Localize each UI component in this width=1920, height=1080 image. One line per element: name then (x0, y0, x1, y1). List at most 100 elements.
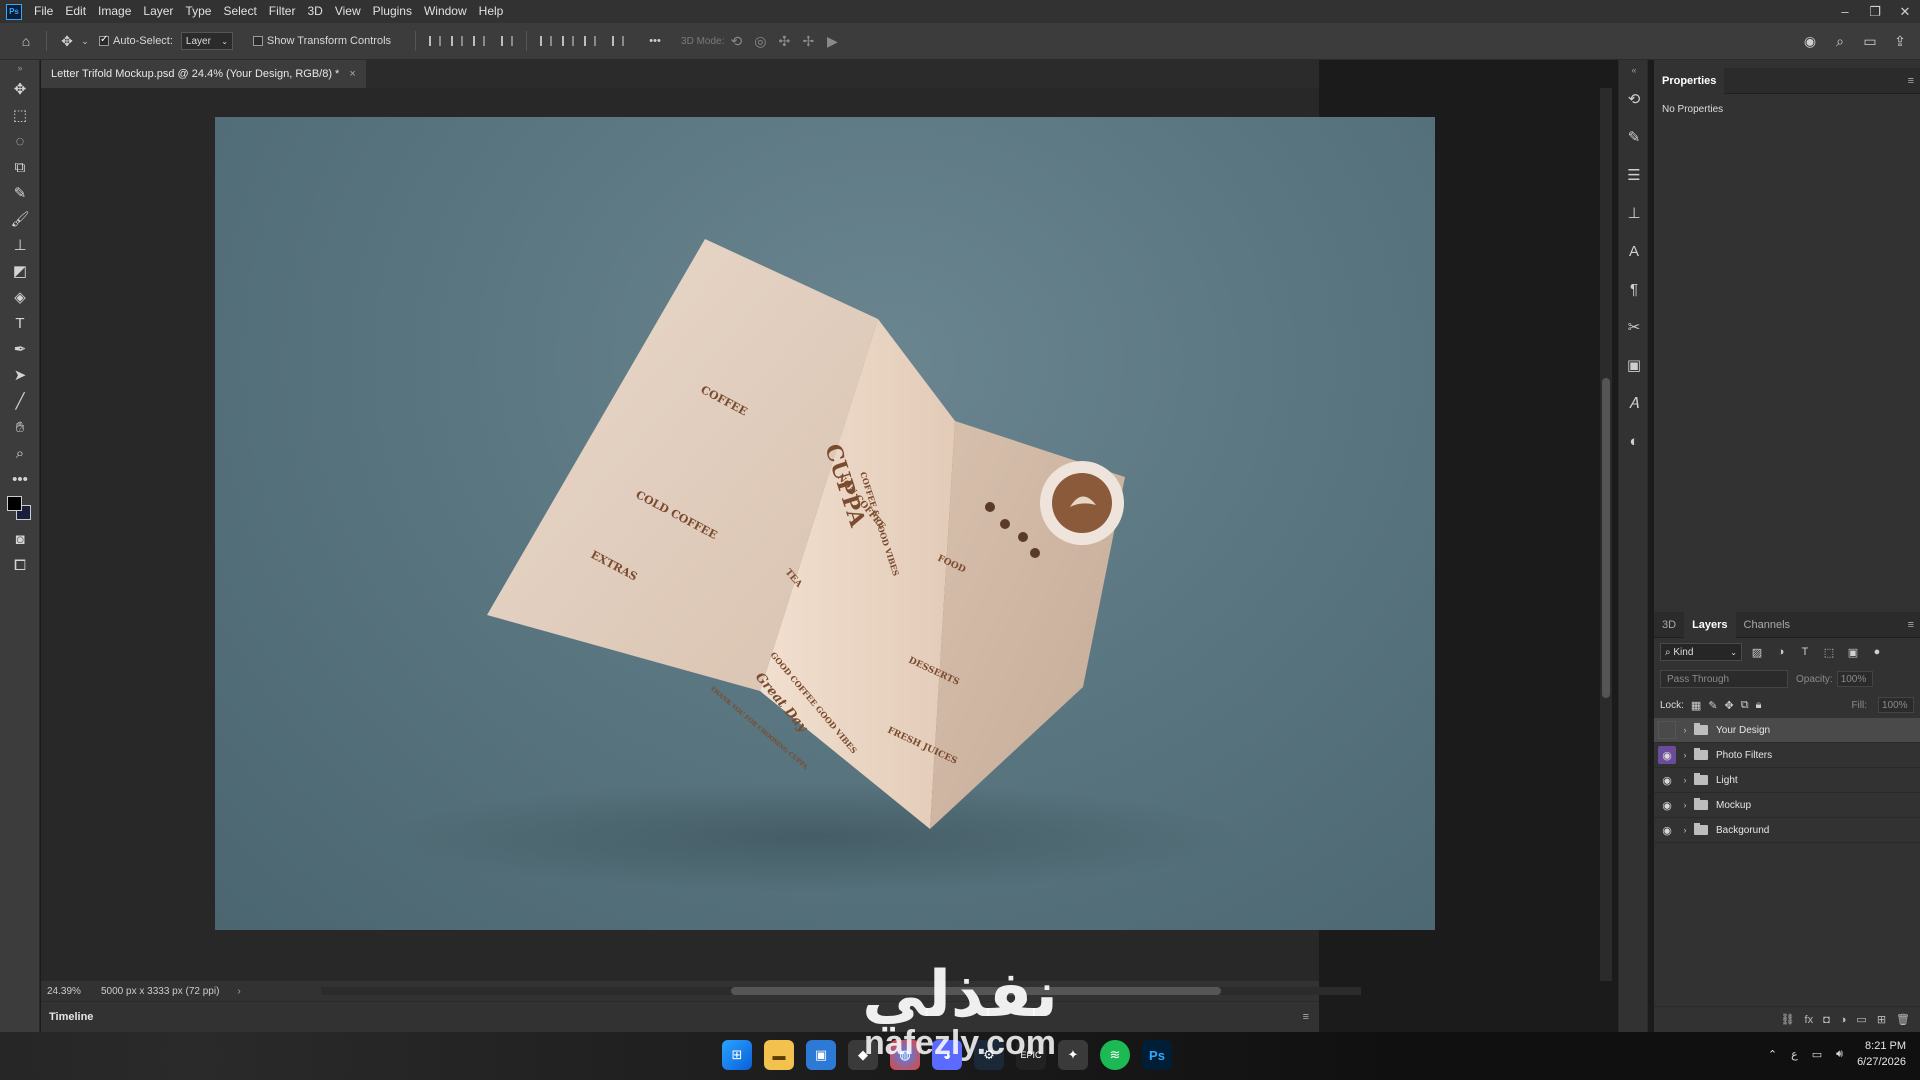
timeline-menu-icon[interactable]: ≡ (1303, 1011, 1309, 1023)
panel-menu-icon[interactable]: ≡ (1908, 75, 1914, 87)
app-icon[interactable]: ◆ (848, 1040, 878, 1070)
restore-button[interactable]: ❐ (1860, 4, 1890, 20)
status-arrow-icon[interactable]: › (237, 986, 240, 997)
menu-3d[interactable]: 3D (301, 0, 328, 23)
opacity-input[interactable]: 100% (1836, 671, 1873, 687)
fill-input[interactable]: 100% (1878, 697, 1914, 713)
adjustment-layer-icon[interactable]: ◑ (1840, 1014, 1847, 1026)
close-window-button[interactable]: ✕ (1890, 4, 1920, 20)
type-filter-icon[interactable]: T (1796, 643, 1814, 661)
steam-icon[interactable]: ⚙ (974, 1040, 1004, 1070)
menu-plugins[interactable]: Plugins (367, 0, 418, 23)
lock-image-icon[interactable]: ✎ (1708, 699, 1717, 712)
close-tab-icon[interactable]: × (349, 68, 355, 80)
store-icon[interactable]: ▣ (806, 1040, 836, 1070)
share-icon[interactable]: ⇪ (1888, 29, 1912, 53)
menu-view[interactable]: View (329, 0, 367, 23)
chevron-right-icon[interactable]: › (1678, 750, 1692, 760)
roll-3d-icon[interactable]: ◎ (748, 29, 772, 53)
shape-filter-icon[interactable]: ⬚ (1820, 643, 1838, 661)
horizontal-scroll-thumb[interactable] (731, 987, 1221, 995)
horizontal-scrollbar[interactable] (321, 987, 1361, 995)
share-user-icon[interactable]: ◉ (1798, 29, 1822, 53)
adjustment-filter-icon[interactable]: ◑ (1772, 643, 1790, 661)
layer-row[interactable]: ◉ › Photo Filters (1654, 743, 1920, 768)
eye-icon[interactable]: ◉ (1658, 746, 1676, 764)
auto-select-checkbox[interactable]: Auto-Select: (99, 34, 173, 47)
menu-select[interactable]: Select (217, 0, 262, 23)
game-app-icon[interactable]: ✦ (1058, 1040, 1088, 1070)
auto-select-target-dropdown[interactable]: Layer ⌄ (180, 32, 233, 50)
network-icon[interactable]: ▭ (1812, 1048, 1822, 1061)
align-vertical-centers-icon[interactable] (557, 30, 579, 52)
document-tab[interactable]: Letter Trifold Mockup.psd @ 24.4% (Your … (41, 60, 366, 88)
eye-icon[interactable]: ◉ (1658, 796, 1676, 814)
show-transform-controls-checkbox[interactable]: Show Transform Controls (252, 35, 391, 47)
eye-icon[interactable]: ◉ (1658, 821, 1676, 839)
photoshop-taskbar-icon[interactable]: Ps (1142, 1040, 1172, 1070)
foreground-color-swatch[interactable] (7, 496, 22, 511)
new-group-icon[interactable]: ▭ (1856, 1013, 1866, 1026)
timeline-label[interactable]: Timeline (49, 1011, 93, 1023)
properties-tab[interactable]: Properties (1654, 67, 1725, 94)
tab-channels[interactable]: Channels (1736, 612, 1798, 638)
pan-3d-icon[interactable]: ✣ (772, 29, 796, 53)
libraries-icon[interactable]: ▣ (1619, 346, 1649, 384)
lock-transparent-icon[interactable]: ▦ (1691, 699, 1701, 712)
slide-3d-icon[interactable]: ✢ (796, 29, 820, 53)
glyphs-icon[interactable]: 𝐴 (1619, 384, 1649, 422)
chevron-up-icon[interactable]: ⌃ (1768, 1048, 1777, 1061)
auto-select-check-icon[interactable] (99, 34, 109, 46)
more-options-icon[interactable]: ••• (643, 29, 667, 53)
eye-icon[interactable]: ◉ (1658, 771, 1676, 789)
delete-layer-icon[interactable]: 🗑︎ (1896, 1013, 1910, 1026)
history-panel-icon[interactable]: ⟲ (1619, 80, 1649, 118)
chevron-right-icon[interactable]: › (1678, 725, 1692, 735)
vertical-scrollbar[interactable] (1600, 88, 1612, 981)
align-top-edges-icon[interactable] (535, 30, 557, 52)
language-icon[interactable]: ع (1791, 1048, 1798, 1061)
menu-layer[interactable]: Layer (137, 0, 179, 23)
filter-toggle-icon[interactable]: ● (1868, 643, 1886, 661)
color-swatches[interactable] (0, 492, 40, 526)
collapse-toolbar-icon[interactable]: » (0, 60, 40, 76)
adjustments-icon[interactable]: ☰ (1619, 156, 1649, 194)
lock-all-icon[interactable]: 🔒︎ (1756, 699, 1762, 712)
quick-mask-icon[interactable]: ◙ (0, 526, 40, 552)
filter-kind-dropdown[interactable]: ⌕ Kind ⌄ (1660, 643, 1742, 661)
tab-layers[interactable]: Layers (1684, 611, 1736, 638)
chrome-icon[interactable]: ◍ (890, 1040, 920, 1070)
object-selection-tool-icon[interactable]: ⧉ (0, 154, 40, 180)
discord-icon[interactable]: ◕ (932, 1040, 962, 1070)
menu-filter[interactable]: Filter (263, 0, 302, 23)
show-transform-check-icon[interactable] (252, 36, 263, 46)
visibility-toggle-hidden[interactable] (1658, 721, 1676, 739)
tools-presets-icon[interactable]: ✂ (1619, 308, 1649, 346)
marquee-tool-icon[interactable]: ⬚ (0, 102, 40, 128)
panel-menu-icon[interactable]: ≡ (1908, 619, 1914, 631)
epic-games-icon[interactable]: EPIC (1016, 1040, 1046, 1070)
document-canvas[interactable]: COFFEE COLD COFFEE EXTRAS CUPPA COFFEE &… (215, 117, 1435, 930)
eraser-tool-icon[interactable]: ◩ (0, 258, 40, 284)
layer-row[interactable]: ◉ › Backgorund (1654, 818, 1920, 843)
pixel-filter-icon[interactable]: ▨ (1748, 643, 1766, 661)
brush-settings-icon[interactable]: ✎ (1619, 118, 1649, 156)
screen-mode-icon[interactable]: ⧠ (0, 552, 40, 578)
layer-style-icon[interactable]: fx (1805, 1014, 1814, 1026)
paragraph-panel-icon[interactable]: ¶ (1619, 270, 1649, 308)
menu-image[interactable]: Image (92, 0, 137, 23)
paint-bucket-tool-icon[interactable]: ◈ (0, 284, 40, 310)
line-tool-icon[interactable]: ╱ (0, 388, 40, 414)
menu-window[interactable]: Window (418, 0, 473, 23)
distribute-vertical-icon[interactable] (496, 30, 518, 52)
minimize-button[interactable]: – (1830, 4, 1860, 20)
path-selection-tool-icon[interactable]: ➤ (0, 362, 40, 388)
zoom-tool-icon[interactable]: ⌕ (0, 440, 40, 466)
windows-start-icon[interactable]: ⊞ (722, 1040, 752, 1070)
clock[interactable]: 8:21 PM 6/27/2026 (1857, 1038, 1906, 1070)
link-layers-icon[interactable]: ⛓ (1781, 1013, 1795, 1026)
menu-help[interactable]: Help (473, 0, 510, 23)
menu-file[interactable]: File (28, 0, 59, 23)
align-horizontal-centers-icon[interactable] (446, 30, 468, 52)
hand-tool-icon[interactable]: ✋︎ (0, 414, 40, 440)
